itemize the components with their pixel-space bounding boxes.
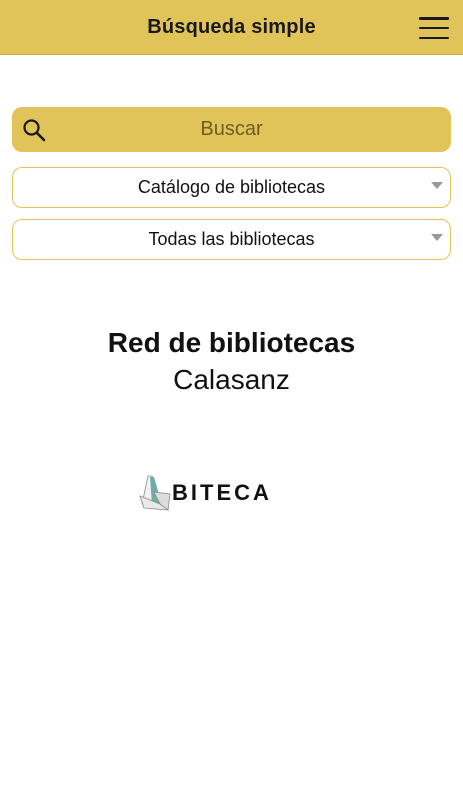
chevron-down-icon <box>431 234 443 241</box>
logo-text: BITECA <box>172 480 272 505</box>
search-icon <box>23 119 46 142</box>
catalog-select[interactable]: Catálogo de bibliotecas <box>12 167 451 208</box>
chevron-down-icon <box>431 182 443 189</box>
library-select[interactable]: Todas las bibliotecas <box>12 219 451 260</box>
catalog-select-label: Catálogo de bibliotecas <box>137 177 326 197</box>
search-bar[interactable] <box>12 107 451 152</box>
page-title: Búsqueda simple <box>147 15 316 38</box>
app-header: Búsqueda simple <box>0 0 463 55</box>
network-title: Red de bibliotecas <box>107 327 356 358</box>
book-icon <box>139 475 171 511</box>
search-input[interactable] <box>12 107 451 152</box>
library-select-label: Todas las bibliotecas <box>148 229 315 249</box>
hamburger-menu-icon[interactable] <box>419 17 449 39</box>
biteca-logo: BITECA <box>139 475 272 511</box>
network-subtitle: Calasanz <box>173 364 290 395</box>
